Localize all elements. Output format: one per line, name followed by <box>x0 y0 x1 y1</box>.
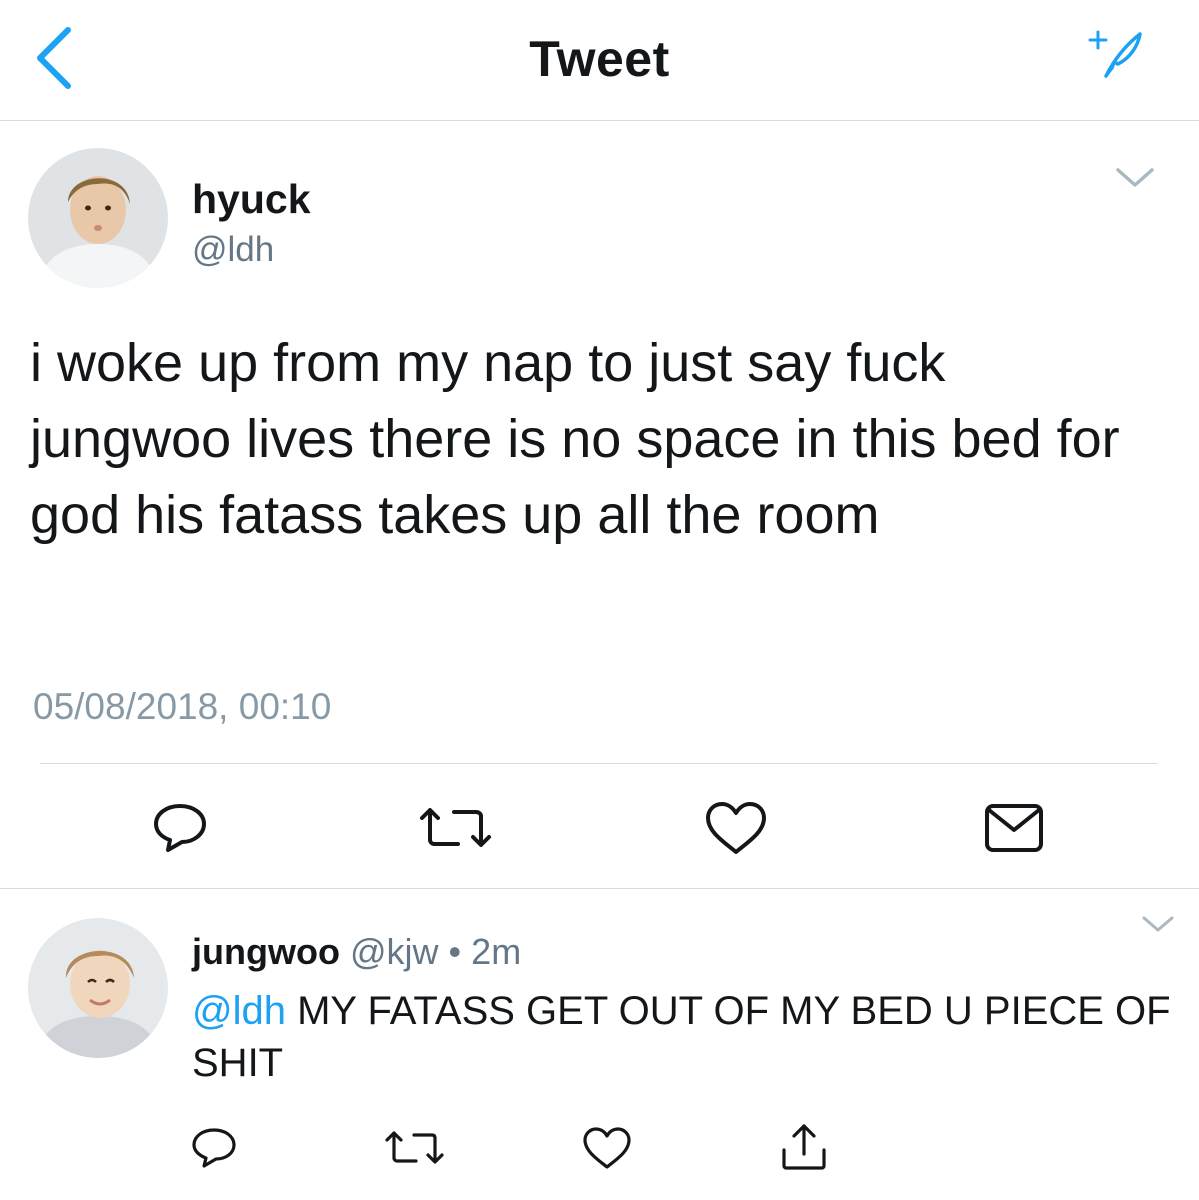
direct-message-icon <box>985 804 1043 852</box>
reply-time: 2m <box>471 931 522 972</box>
reply-author-handle[interactable]: @kjw <box>350 931 439 972</box>
divider <box>0 888 1199 889</box>
direct-message-button[interactable] <box>983 802 1045 854</box>
chevron-down-icon <box>1116 168 1154 187</box>
author-handle[interactable]: @ldh <box>192 230 274 270</box>
retweet-button[interactable] <box>418 806 494 850</box>
reply-avatar-photo <box>28 918 168 1058</box>
chevron-down-icon <box>1142 916 1174 932</box>
like-icon <box>583 1127 631 1169</box>
mention-link[interactable]: @ldh <box>192 989 286 1033</box>
page-title: Tweet <box>529 31 670 87</box>
like-button[interactable] <box>704 800 768 856</box>
avatar[interactable] <box>28 148 168 288</box>
reply-options-button[interactable] <box>1140 914 1176 939</box>
reply-avatar[interactable] <box>28 918 168 1058</box>
reply-retweet-button[interactable] <box>384 1130 446 1166</box>
author-name[interactable]: hyuck <box>192 176 311 223</box>
share-icon <box>782 1124 826 1170</box>
retweet-icon <box>420 808 491 847</box>
tweet-options-button[interactable] <box>1114 166 1156 195</box>
divider <box>40 763 1158 764</box>
compose-quill-icon <box>1088 30 1142 78</box>
reply-share-button[interactable] <box>778 1122 830 1172</box>
reply-reply-button[interactable] <box>190 1126 238 1170</box>
compose-button[interactable] <box>1088 28 1146 80</box>
reply-icon <box>192 1128 236 1168</box>
reply-button[interactable] <box>150 800 210 854</box>
meta-separator: • <box>448 931 462 972</box>
reply-text: @ldh MY FATASS GET OUT OF MY BED U PIECE… <box>192 985 1172 1089</box>
retweet-icon <box>385 1131 444 1164</box>
like-icon <box>706 802 766 854</box>
reply-body: MY FATASS GET OUT OF MY BED U PIECE OF S… <box>192 989 1171 1085</box>
reply-header: jungwoo @kjw • 2m <box>192 931 521 973</box>
tweet-timestamp: 05/08/2018, 00:10 <box>33 686 332 727</box>
reply-icon <box>154 804 206 852</box>
top-bar: Tweet <box>0 0 1199 121</box>
tweet-text: i woke up from my nap to just say fuck j… <box>30 333 1120 545</box>
reply-like-button[interactable] <box>582 1126 632 1170</box>
avatar-photo <box>28 148 168 288</box>
reply-author-name[interactable]: jungwoo <box>192 931 340 972</box>
